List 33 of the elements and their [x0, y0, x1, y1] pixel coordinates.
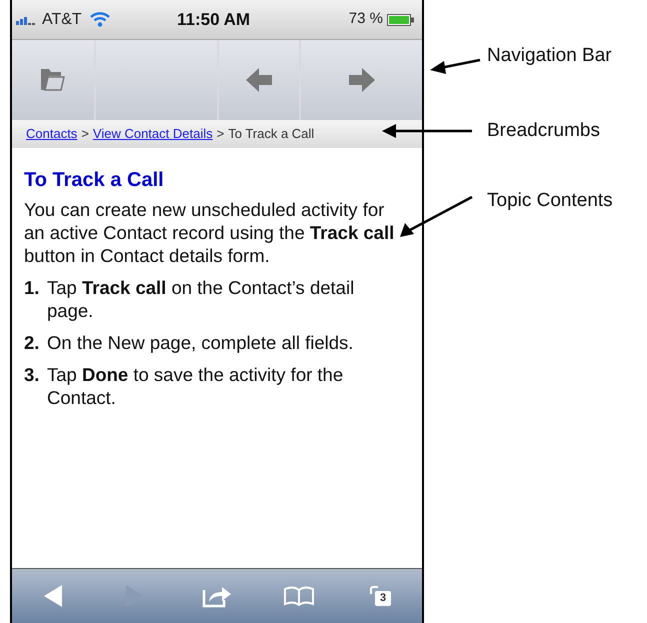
step-text: Tap Track call on the Contact’s detail page.	[47, 276, 356, 322]
callout-arrow	[430, 58, 480, 74]
forward-arrow-icon	[348, 66, 376, 94]
forward-triangle-icon	[126, 585, 144, 607]
step-text: On the New page, complete all fields.	[47, 331, 354, 354]
intro-paragraph: You can create new unscheduled activity for an active Contact record using the Track call button in Contact details form.	[24, 198, 396, 267]
pages-button[interactable]: 3	[361, 576, 401, 616]
breadcrumb-link[interactable]: View Contact Details	[92, 124, 213, 144]
step-number: 3.	[24, 363, 40, 387]
share-icon	[202, 584, 232, 608]
breadcrumb-current: To Track a Call	[228, 125, 314, 144]
signal-icon	[16, 14, 38, 24]
book-icon	[284, 586, 314, 606]
callout-label: Topic Contents	[487, 189, 613, 213]
step-text: Tap Done to save the activity for the Contact.	[47, 363, 344, 409]
carrier-name: AT&T	[42, 10, 82, 30]
back-arrow-icon	[245, 66, 273, 94]
callout-label: Navigation Bar	[487, 44, 612, 68]
folder-icon	[39, 66, 67, 94]
breadcrumb-link[interactable]: Contacts	[26, 124, 78, 144]
tab-stack-icon	[370, 586, 378, 594]
status-time: 11:50 AM	[177, 8, 250, 31]
step-number: 1.	[24, 276, 40, 300]
battery-icon	[387, 14, 414, 26]
tab-count: 3	[375, 591, 391, 606]
breadcrumb-separator: >	[81, 125, 89, 144]
wifi-icon	[90, 12, 110, 27]
callout-label: Breadcrumbs	[487, 119, 600, 143]
step-number: 2.	[24, 331, 40, 354]
breadcrumb-separator: >	[216, 125, 224, 144]
battery-percent: 73 %	[348, 9, 383, 30]
back-triangle-icon	[44, 585, 62, 607]
topic-title: To Track a Call	[24, 168, 165, 192]
